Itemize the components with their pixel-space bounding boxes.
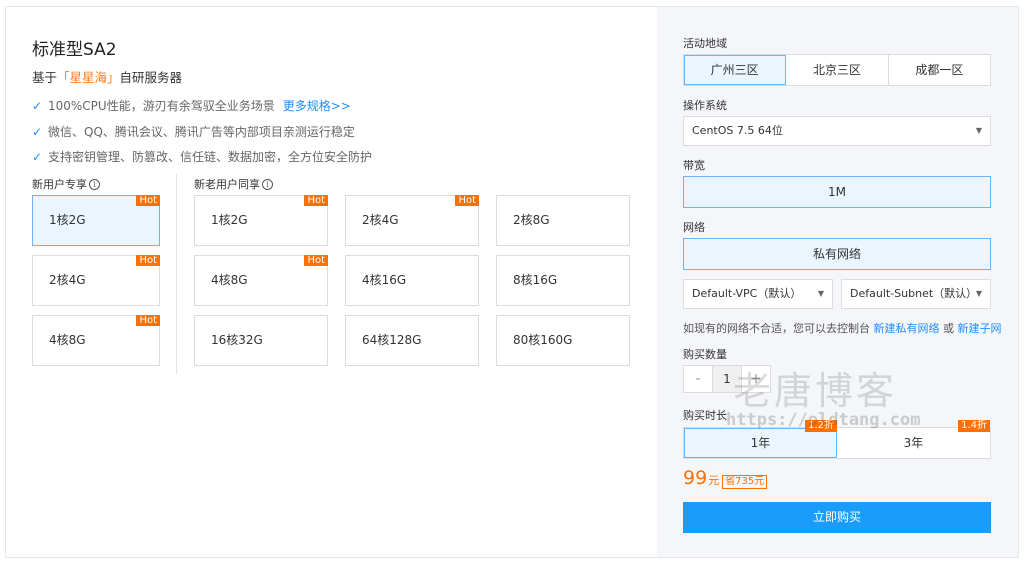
caret-down-icon: ▼ [975,289,982,298]
spec-label: 1核2G [49,213,86,227]
hint-or: 或 [943,322,954,335]
caret-down-icon: ▼ [975,126,982,135]
spec-label: 2核4G [49,273,86,287]
region-option-chengdu-1[interactable]: 成都一区 [889,55,990,85]
price-display: 99 元 省735元 [683,467,768,489]
region-option-beijing-3[interactable]: 北京三区 [786,55,889,85]
info-icon[interactable]: i [262,178,273,190]
spec-option-1c2g[interactable]: 1核2G Hot [194,195,328,246]
all-users-label-text: 新老用户同享 [194,178,260,191]
spec-option-4c8g[interactable]: 4核8G Hot [194,255,328,306]
savings-badge: 省735元 [722,475,768,489]
feature-item: ✓ 100%CPU性能，游刃有余驾驭全业务场景 更多规格>> [32,97,351,114]
spec-label: 8核16G [513,273,558,287]
network-hint: 如现有的网络不合适，您可以去控制台 新建私有网络 或 新建子网 [683,320,1002,336]
create-vpc-link[interactable]: 新建私有网络 [874,322,940,335]
duration-option-1y[interactable]: 1年 1.2折 [684,420,837,458]
subtitle-suffix: 自研服务器 [119,70,183,85]
region-option-guangzhou-3[interactable]: 广州三区 [684,55,787,85]
check-icon: ✓ [32,98,43,113]
hot-badge: Hot [455,195,479,206]
hot-badge: Hot [304,255,328,266]
spec-label: 80核160G [513,333,573,347]
subnet-select[interactable]: Default-Subnet（默认） ▼ [841,279,991,309]
spec-option-new-4c8g[interactable]: 4核8G Hot [32,315,160,366]
subnet-select-value: Default-Subnet（默认） [850,287,978,300]
spec-label: 4核16G [362,273,407,287]
quantity-label: 购买数量 [683,348,727,361]
more-specs-link[interactable]: 更多规格>> [283,97,351,114]
product-panel: 标准型SA2 基于「星星海」自研服务器 ✓ 100%CPU性能，游刃有余驾驭全业… [6,7,657,557]
spec-label: 4核8G [211,273,248,287]
os-label: 操作系统 [683,99,727,112]
region-label: 活动地域 [683,37,727,50]
region-selector: 广州三区 北京三区 成都一区 [683,54,991,86]
new-user-label-text: 新用户专享 [32,178,87,191]
check-icon: ✓ [32,149,43,164]
info-icon[interactable]: i [89,178,100,190]
config-panel: 活动地域 广州三区 北京三区 成都一区 操作系统 CentOS 7.5 64位 … [657,7,1018,557]
create-subnet-link[interactable]: 新建子网 [958,322,1002,335]
spec-label: 64核128G [362,333,422,347]
subtitle-highlight: 「星星海」 [57,70,120,85]
spec-label: 4核8G [49,333,86,347]
spec-option-80c160g[interactable]: 80核160G [496,315,630,366]
hint-text: 如现有的网络不合适，您可以去控制台 [683,322,870,335]
new-user-label: 新用户专享 i [32,176,100,192]
spec-option-2c8g[interactable]: 2核8G [496,195,630,246]
decrement-button[interactable]: - [684,366,712,392]
caret-down-icon: ▼ [817,289,824,298]
feature-text: 支持密钥管理、防篡改、信任链、数据加密，全方位安全防护 [48,150,373,164]
spec-label: 2核8G [513,213,550,227]
watermark-text: 老唐博客 [733,369,898,413]
feature-item: ✓ 支持密钥管理、防篡改、信任链、数据加密，全方位安全防护 [32,148,372,165]
duration-label: 购买时长 [683,409,727,422]
spec-label: 1核2G [211,213,248,227]
hot-badge: Hot [136,195,160,206]
spec-option-new-2c4g[interactable]: 2核4G Hot [32,255,160,306]
network-option-private[interactable]: 私有网络 [683,238,991,270]
discount-badge: 1.4折 [958,420,990,432]
check-icon: ✓ [32,124,43,139]
feature-item: ✓ 微信、QQ、腾讯会议、腾讯广告等内部项目亲测运行稳定 [32,123,355,140]
product-title: 标准型SA2 [32,40,117,60]
os-select-value: CentOS 7.5 64位 [692,124,783,137]
price-value: 99 [683,467,708,489]
bandwidth-label: 带宽 [683,159,705,172]
feature-text: 100%CPU性能，游刃有余驾驭全业务场景 [48,99,275,113]
spec-label: 2核4G [362,213,399,227]
subtitle-prefix: 基于 [32,70,58,85]
os-select[interactable]: CentOS 7.5 64位 ▼ [683,116,991,146]
all-users-label: 新老用户同享 i [194,176,273,192]
spec-option-2c4g[interactable]: 2核4G Hot [345,195,479,246]
buy-now-button[interactable]: 立即购买 [683,502,991,533]
hot-badge: Hot [304,195,328,206]
spec-option-64c128g[interactable]: 64核128G [345,315,479,366]
duration-label-text: 3年 [903,436,924,450]
section-divider [176,174,177,374]
spec-option-16c32g[interactable]: 16核32G [194,315,328,366]
hot-badge: Hot [136,255,160,266]
spec-option-4c16g[interactable]: 4核16G [345,255,479,306]
bandwidth-option[interactable]: 1M [683,176,991,208]
spec-option-new-1c2g[interactable]: 1核2G Hot [32,195,160,246]
spec-option-8c16g[interactable]: 8核16G [496,255,630,306]
duration-label-text: 1年 [750,436,771,450]
price-unit: 元 [708,474,720,487]
spec-label: 16核32G [211,333,263,347]
network-label: 网络 [683,221,705,234]
duration-option-3y[interactable]: 3年 1.4折 [837,420,990,458]
vpc-select-value: Default-VPC（默认） [692,287,802,300]
watermark-url: https://oldtang.com [726,410,921,430]
hot-badge: Hot [136,315,160,326]
feature-text: 微信、QQ、腾讯会议、腾讯广告等内部项目亲测运行稳定 [48,125,355,139]
product-subtitle: 基于「星星海」自研服务器 [32,67,182,86]
duration-selector: 1年 1.2折 3年 1.4折 [683,420,991,459]
vpc-select[interactable]: Default-VPC（默认） ▼ [683,279,833,309]
